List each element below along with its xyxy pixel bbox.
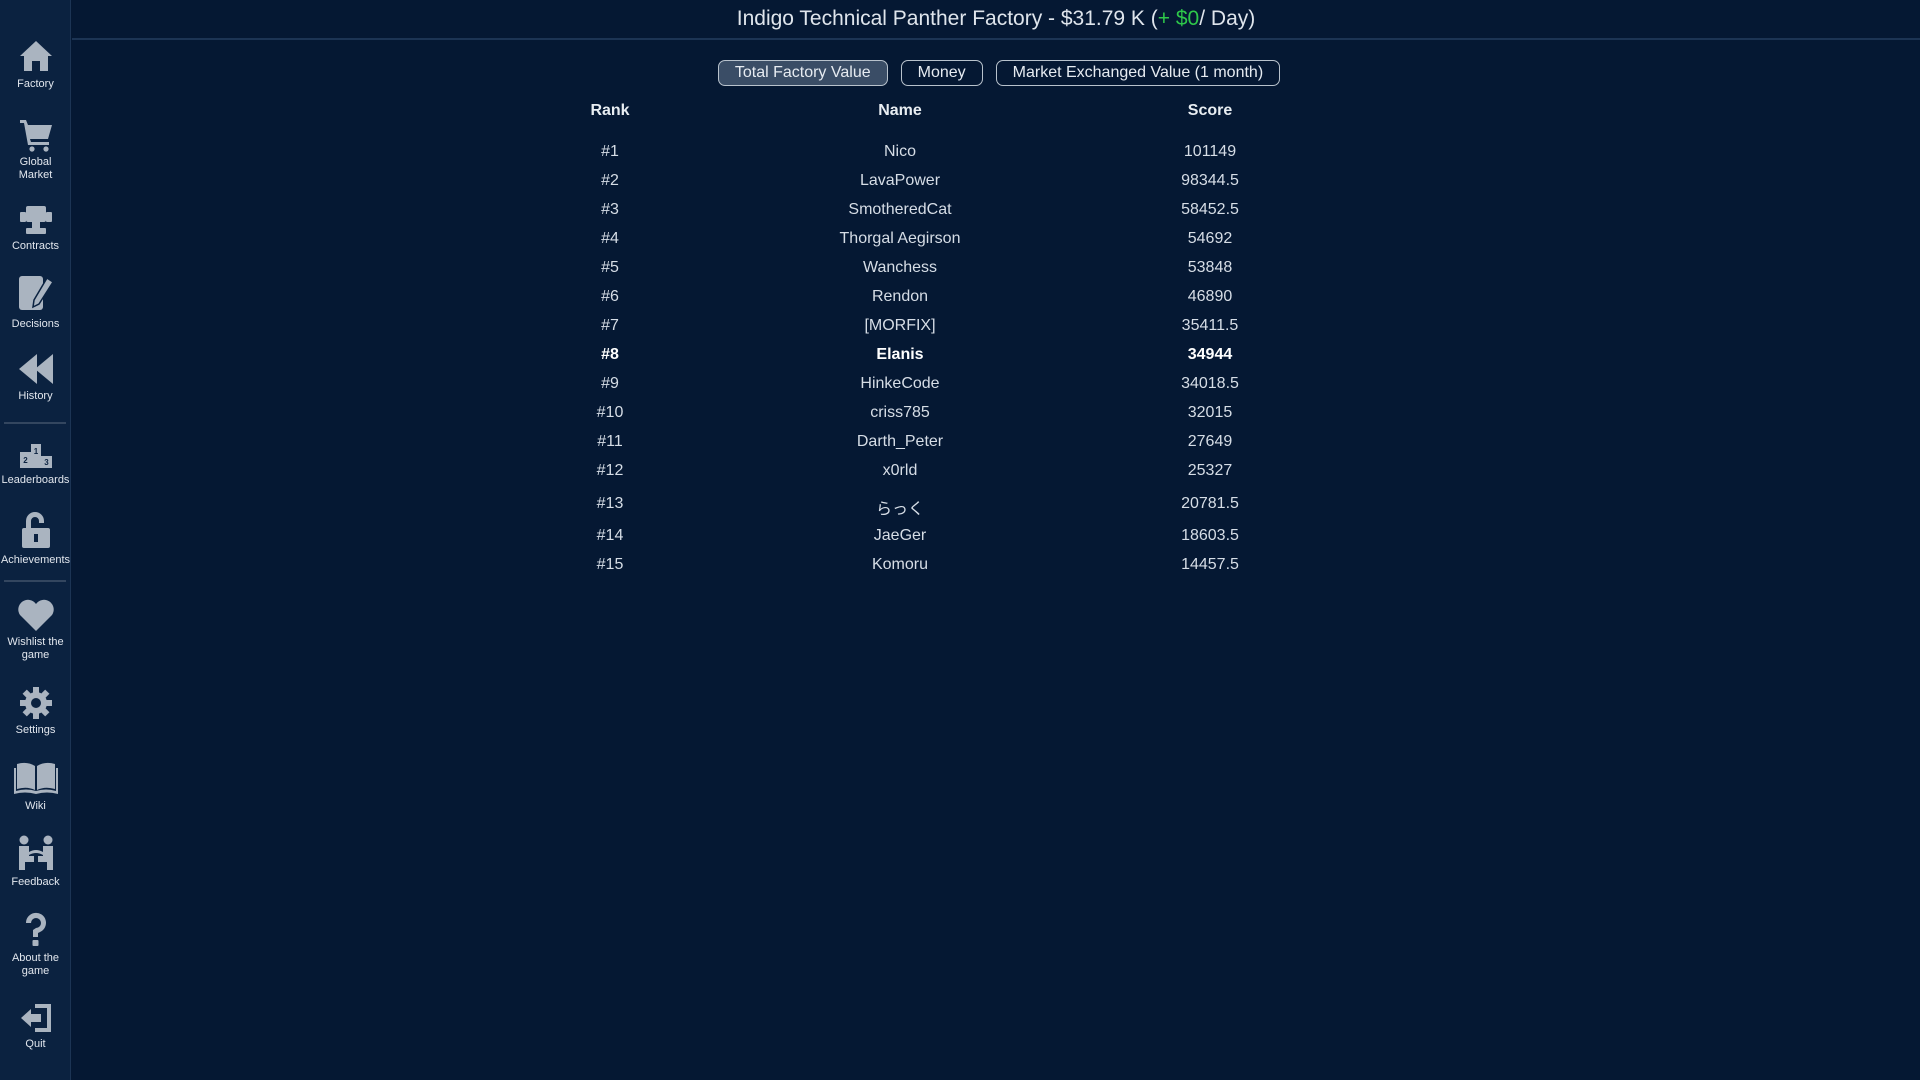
score-cell: 53848 xyxy=(1187,259,1233,276)
heart-icon xyxy=(17,599,54,631)
table-row: #2 LavaPower 98344.5 xyxy=(0,172,1920,196)
name-cell: Komoru xyxy=(871,556,929,573)
name-cell: Thorgal Aegirson xyxy=(839,230,961,247)
rank-cell: #11 xyxy=(597,433,623,450)
table-row: #15 Komoru 14457.5 xyxy=(0,556,1920,580)
nav-label: Quit xyxy=(25,1038,46,1050)
score-cell: 34018.5 xyxy=(1181,375,1239,392)
column-header-rank: Rank xyxy=(590,102,630,119)
nav-wiki[interactable]: Wiki xyxy=(0,760,71,813)
table-row: #3 SmotheredCat 58452.5 xyxy=(0,201,1920,225)
name-cell: Nico xyxy=(883,143,916,160)
leaderboard-filters: Total Factory Value Money Market Exchang… xyxy=(0,60,1920,86)
factory-header: Indigo Technical Panther Factory - $31.7… xyxy=(72,0,1920,40)
name-cell: Rendon xyxy=(871,288,929,305)
table-row: #6 Rendon 46890 xyxy=(0,288,1920,312)
rank-cell: #7 xyxy=(601,317,619,334)
sidebar-divider xyxy=(4,580,66,582)
rank-cell: #8 xyxy=(601,346,619,363)
nav-about[interactable]: About the game xyxy=(0,912,71,978)
table-row: #12 x0rld 25327 xyxy=(0,462,1920,486)
name-cell: SmotheredCat xyxy=(848,201,952,218)
score-cell: 18603.5 xyxy=(1181,527,1239,544)
quit-icon xyxy=(20,1004,51,1032)
question-icon xyxy=(25,912,46,946)
rank-cell: #15 xyxy=(596,556,624,573)
table-row: #11 Darth_Peter 27649 xyxy=(0,433,1920,457)
score-cell: 25327 xyxy=(1187,462,1233,479)
table-row: #4 Thorgal Aegirson 54692 xyxy=(0,230,1920,254)
score-cell: 32015 xyxy=(1187,404,1233,421)
rank-cell: #14 xyxy=(596,527,624,544)
table-row: #7 [MORFIX] 35411.5 xyxy=(0,317,1920,341)
rank-cell: #1 xyxy=(601,143,619,160)
rank-cell: #6 xyxy=(601,288,619,305)
name-cell: x0rld xyxy=(882,462,918,479)
name-cell: らっく xyxy=(875,501,924,518)
table-row: #5 Wanchess 53848 xyxy=(0,259,1920,283)
name-cell: LavaPower xyxy=(859,172,941,189)
table-row-current-player: #8 Elanis 34944 xyxy=(0,346,1920,370)
factory-title: Indigo Technical Panther Factory - $31.7… xyxy=(736,7,1158,30)
filter-money[interactable]: Money xyxy=(900,60,983,86)
table-header: Rank Name Score xyxy=(0,102,1920,126)
filter-total-factory-value[interactable]: Total Factory Value xyxy=(717,60,888,86)
table-row: #13 らっく 20781.5 xyxy=(0,495,1920,519)
score-cell: 14457.5 xyxy=(1181,556,1239,573)
name-cell: Wanchess xyxy=(862,259,938,276)
score-cell: 35411.5 xyxy=(1181,317,1239,334)
rank-cell: #5 xyxy=(601,259,619,276)
nav-quit[interactable]: Quit xyxy=(0,1002,71,1051)
name-cell: Darth_Peter xyxy=(856,433,944,450)
gear-icon xyxy=(19,687,52,719)
book-icon xyxy=(13,762,58,794)
daily-income: + $0 xyxy=(1157,7,1200,30)
rank-cell: #4 xyxy=(601,230,619,247)
rank-cell: #12 xyxy=(596,462,624,479)
name-cell: [MORFIX] xyxy=(864,317,936,334)
rank-cell: #2 xyxy=(601,172,619,189)
rank-cell: #9 xyxy=(601,375,619,392)
nav-settings[interactable]: Settings xyxy=(0,686,71,737)
name-cell: JaeGer xyxy=(873,527,927,544)
factory-title-tail: / Day) xyxy=(1199,7,1256,30)
table-row: #1 Nico 101149 xyxy=(0,143,1920,167)
name-cell: criss785 xyxy=(870,404,930,421)
table-row: #14 JaeGer 18603.5 xyxy=(0,527,1920,551)
score-cell: 20781.5 xyxy=(1181,495,1239,512)
feedback-icon xyxy=(18,835,53,870)
nav-label: About the game xyxy=(11,952,60,977)
nav-wishlist[interactable]: Wishlist the game xyxy=(0,598,71,662)
score-cell: 46890 xyxy=(1187,288,1233,305)
score-cell: 98344.5 xyxy=(1181,172,1239,189)
name-cell: Elanis xyxy=(876,346,924,363)
column-header-name: Name xyxy=(878,102,922,119)
nav-label: Wishlist the game xyxy=(7,636,64,661)
filter-market-exchanged-value[interactable]: Market Exchanged Value (1 month) xyxy=(995,60,1281,86)
rank-cell: #10 xyxy=(596,404,624,421)
score-cell: 54692 xyxy=(1187,230,1233,247)
score-cell: 101149 xyxy=(1183,143,1237,160)
rank-cell: #13 xyxy=(596,495,624,512)
column-header-score: Score xyxy=(1187,102,1233,119)
table-row: #10 criss785 32015 xyxy=(0,404,1920,428)
score-cell: 34944 xyxy=(1187,346,1233,363)
score-cell: 58452.5 xyxy=(1181,201,1239,218)
score-cell: 27649 xyxy=(1187,433,1233,450)
nav-label: Feedback xyxy=(11,876,60,888)
table-row: #9 HinkeCode 34018.5 xyxy=(0,375,1920,399)
name-cell: HinkeCode xyxy=(860,375,940,392)
nav-label: Wiki xyxy=(25,800,46,812)
nav-label: Settings xyxy=(15,724,56,736)
rank-cell: #3 xyxy=(601,201,619,218)
nav-feedback[interactable]: Feedback xyxy=(0,834,71,889)
